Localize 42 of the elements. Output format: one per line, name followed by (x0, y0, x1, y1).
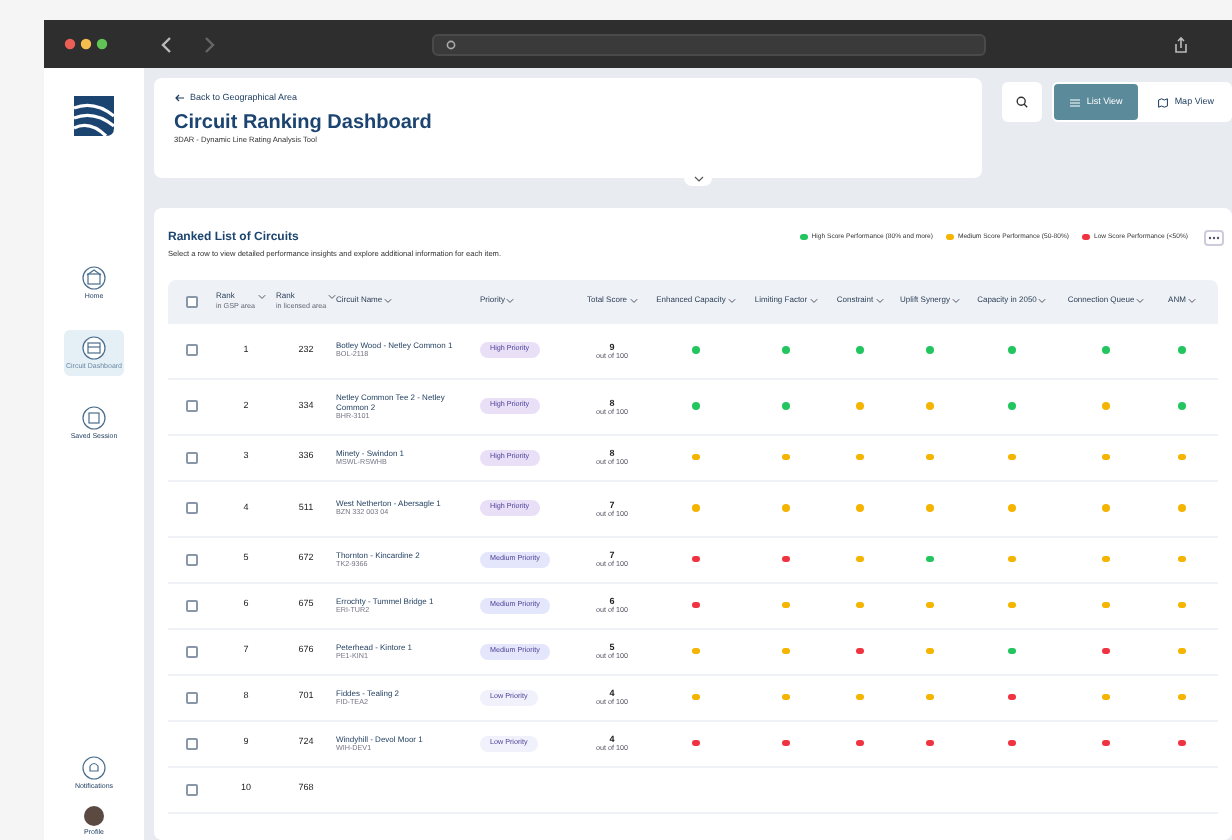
forward-icon[interactable] (204, 35, 216, 53)
logo-icon (70, 92, 118, 140)
share-icon[interactable] (1174, 35, 1188, 53)
chevron-down-icon (1136, 298, 1145, 305)
more-button[interactable] (1204, 230, 1224, 246)
search-button[interactable] (1002, 82, 1043, 122)
nav-icon (82, 336, 106, 360)
chevron-down-icon (257, 294, 266, 301)
chevron-down-icon (809, 298, 818, 305)
reload-icon[interactable] (446, 39, 456, 49)
chevron-down-icon (727, 298, 736, 305)
chevron-down-icon (1187, 298, 1196, 305)
nav-icon (82, 406, 106, 430)
checkbox[interactable] (186, 737, 198, 750)
chevron-down-icon (875, 298, 884, 305)
avatar-icon (84, 806, 104, 826)
chevron-down-icon (629, 298, 637, 305)
checkbox[interactable] (186, 599, 198, 612)
checkbox[interactable] (186, 502, 198, 515)
checkbox[interactable] (186, 344, 198, 357)
chevron-down-icon (328, 294, 336, 301)
chevron-down-icon (506, 298, 515, 305)
list-icon (1070, 97, 1081, 107)
collapse-button[interactable] (684, 172, 712, 186)
arrow-left-icon (174, 94, 184, 103)
checkbox[interactable] (186, 553, 198, 566)
bell-icon (81, 756, 106, 780)
search-icon (1016, 96, 1029, 108)
chevron-down-icon (693, 176, 703, 182)
checkbox[interactable] (186, 783, 198, 796)
checkbox[interactable] (186, 400, 198, 413)
checkbox[interactable] (186, 451, 198, 464)
chevron-down-icon (1038, 298, 1047, 305)
page-title: Circuit Ranking Dashboard (174, 111, 434, 136)
checkbox[interactable] (186, 295, 198, 308)
back-icon[interactable] (160, 35, 172, 53)
nav-icon (82, 266, 106, 290)
map-icon (1158, 97, 1169, 107)
checkbox[interactable] (186, 691, 198, 704)
chevron-down-icon (951, 298, 960, 305)
chevron-down-icon (384, 298, 393, 305)
checkbox[interactable] (186, 645, 198, 658)
